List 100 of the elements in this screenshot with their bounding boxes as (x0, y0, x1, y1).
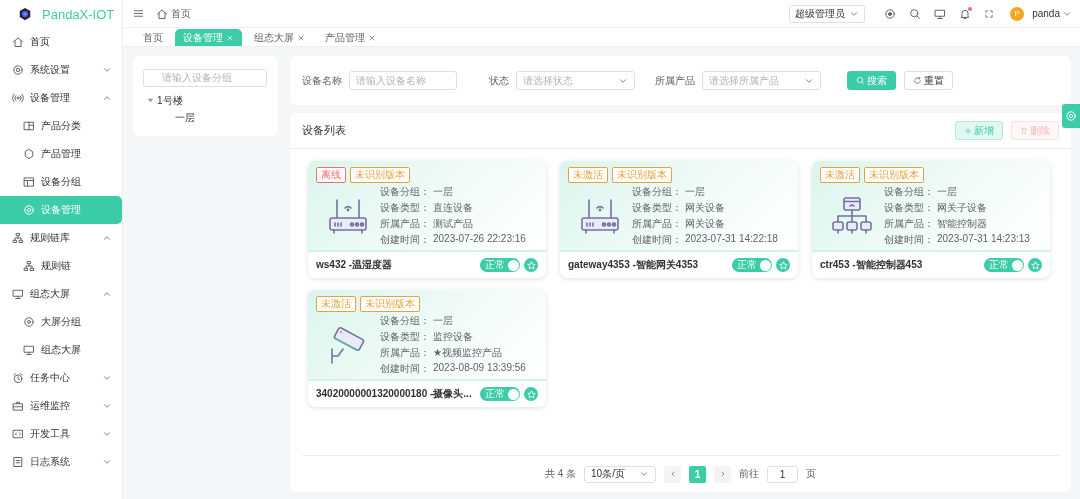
code-window-icon (12, 428, 24, 440)
field-label: 设备类型： (380, 330, 430, 344)
status-tag: 未激活 (568, 167, 608, 183)
tab[interactable]: 产品管理 (317, 29, 384, 46)
device-name: ctr453 -智能控制器453 (820, 258, 924, 272)
chevron-icon (102, 233, 112, 243)
sidebar-item[interactable]: 日志系统 (0, 448, 122, 476)
briefcase-icon (12, 400, 24, 412)
role-select[interactable]: 超级管理员 (789, 4, 866, 23)
home-icon (156, 7, 168, 20)
sidebar-item[interactable]: 运维监控 (0, 392, 122, 420)
sitemap-icon (23, 260, 35, 272)
target-icon (884, 7, 897, 20)
chevron-icon (102, 289, 112, 299)
status-tag: 未激活 (820, 167, 860, 183)
network-hub-icon (831, 196, 873, 236)
monitor-icon (23, 344, 35, 356)
sidebar-item[interactable]: 组态大屏 (0, 280, 122, 308)
hexagon-icon (23, 148, 35, 160)
sidebar-item[interactable]: 开发工具 (0, 420, 122, 448)
panel-title: 设备列表 (302, 123, 347, 138)
star-icon (778, 260, 788, 270)
monitor-icon (934, 7, 947, 20)
field-label: 所属产品： (632, 217, 682, 231)
star-icon (526, 389, 536, 399)
favorite-button[interactable] (524, 258, 538, 272)
sidebar-item[interactable]: 产品分类 (0, 112, 122, 140)
field-label: 设备分组： (632, 185, 682, 199)
user-name[interactable]: panda (1032, 8, 1060, 19)
status-tag: 未激活 (316, 296, 356, 312)
search-icon (856, 76, 865, 85)
dial-icon (23, 316, 35, 328)
field-value: 2023-07-31 14:23:13 (937, 233, 1030, 246)
sidebar-item[interactable]: 规则链库 (0, 224, 122, 252)
chevron-icon (102, 457, 112, 467)
fullscreen-icon (984, 8, 995, 19)
status-tag: 未识别版本 (350, 167, 410, 183)
menu-icon (133, 8, 144, 19)
settings-icon (1065, 110, 1077, 122)
close-icon (226, 33, 234, 42)
field-label: 创建时间： (884, 233, 934, 247)
breadcrumb[interactable]: 首页 (171, 6, 191, 21)
bell-icon (959, 7, 972, 20)
table-icon (23, 176, 35, 188)
field-label: 创建时间： (380, 362, 430, 376)
device-card[interactable]: 未激活 未识别版本 设备分组： 一层 设备类型： 网关设备 所属产品： 网关设备 创建时间： 2023-07-31 14:22:18 gateway4353 -智能网关4353 正常 (560, 161, 798, 278)
notification-button[interactable] (959, 7, 972, 20)
page-size-select[interactable]: 10条/页 (584, 465, 657, 483)
router-icon (579, 196, 621, 236)
field-label: 所属产品： (884, 217, 934, 231)
favorite-button[interactable] (776, 258, 790, 272)
status-tag: 未识别版本 (360, 296, 420, 312)
chevron-icon (639, 469, 650, 479)
field-label: 设备类型： (884, 201, 934, 215)
sidebar-item[interactable]: 大屏分组 (0, 308, 122, 336)
field-label: 设备名称 (302, 73, 342, 88)
field-value: 测试产品 (433, 217, 473, 231)
close-icon (368, 33, 376, 42)
prev-page-button[interactable] (664, 465, 682, 483)
device-card[interactable]: 未激活 未识别版本 设备分组： 一层 设备类型： 监控设备 所属产品： ★视频监控产品 创建时间： 2023-08-09 13:39:56 34020000001320000180 -摄像头... 正常 (308, 290, 546, 407)
field-value: ★视频监控产品 (433, 346, 502, 360)
goto-label: 前往 (739, 467, 760, 481)
field-label: 设备类型： (632, 201, 682, 215)
device-card[interactable]: 未激活 未识别版本 设备分组： 一层 设备类型： 网关子设备 所属产品： 智能控制器 创建时间： 2023-07-31 14:23:13 ctr453 -智能控制器453 正常 (812, 161, 1050, 278)
device-card[interactable]: 离线 未识别版本 设备分组： 一层 设备类型： 直连设备 所属产品： 测试产品 创建时间： 2023-07-26 22:23:16 ws432 -温湿度器 正常 (308, 161, 546, 278)
next-page-button[interactable] (714, 465, 732, 483)
field-label: 设备类型： (380, 201, 430, 215)
tree-node[interactable]: 1号楼 (157, 93, 183, 108)
sidebar-item[interactable]: 任务中心 (0, 364, 122, 392)
router-icon (327, 196, 369, 236)
sidebar-item[interactable]: 首页 (0, 28, 122, 56)
device-name-field[interactable]: 请输入设备名称 (349, 71, 457, 90)
sidebar-item[interactable]: 系统设置 (0, 56, 122, 84)
field-label: 所属产品 (655, 73, 695, 88)
tab[interactable]: 组态大屏 (246, 29, 313, 46)
sidebar-item[interactable]: 设备管理 (0, 84, 122, 112)
field-value: 一层 (433, 314, 453, 328)
favorite-button[interactable] (1028, 258, 1042, 272)
sidebar-item[interactable]: 组态大屏 (0, 336, 122, 364)
reset-button[interactable]: 重置 (904, 71, 953, 90)
tree-node[interactable]: 一层 (175, 111, 195, 123)
page-jump-field[interactable]: 1 (767, 465, 799, 483)
panel-icon (23, 120, 35, 132)
favorite-button[interactable] (524, 387, 538, 401)
chevron-icon (102, 401, 112, 411)
settings-button[interactable] (1062, 104, 1080, 128)
field-label: 创建时间： (380, 233, 430, 247)
field-value: 网关设备 (685, 217, 725, 231)
field-value: 直连设备 (433, 201, 473, 215)
tab[interactable]: 首页 (135, 29, 171, 46)
sidebar-item[interactable]: 设备分组 (0, 168, 122, 196)
status-tag: 未识别版本 (612, 167, 672, 183)
caret-icon[interactable] (147, 97, 154, 104)
field-value: 智能控制器 (937, 217, 987, 231)
field-value: 2023-07-26 22:23:16 (433, 233, 526, 246)
app-name: PandaX-IOT (42, 6, 115, 22)
field-value: 一层 (685, 185, 705, 199)
sidebar-item[interactable]: 产品管理 (0, 140, 122, 168)
sidebar-item[interactable]: 规则链 (0, 252, 122, 280)
group-search-field[interactable]: 请输入设备分组 (143, 68, 267, 87)
